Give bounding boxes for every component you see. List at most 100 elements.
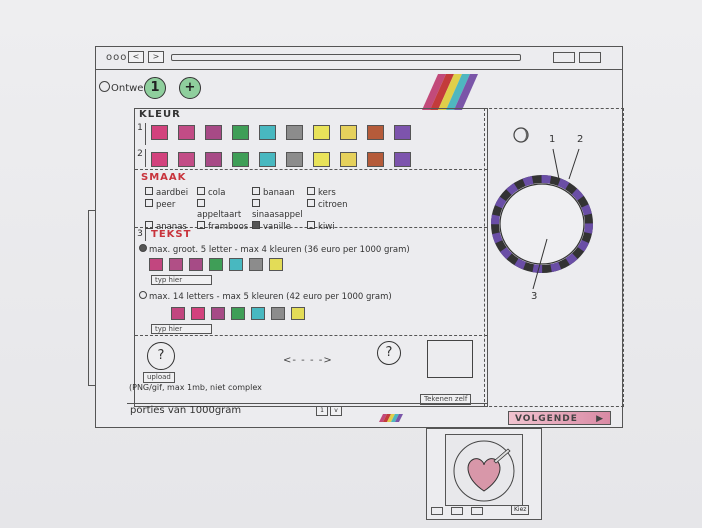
flavor-option-peer[interactable]: peer — [145, 199, 197, 220]
row2-swatch-1[interactable] — [151, 152, 168, 167]
flavor-label: peer — [156, 200, 176, 210]
candy-preview — [491, 148, 593, 290]
row2-swatch-6[interactable] — [286, 152, 303, 167]
row1-swatch-4[interactable] — [232, 125, 249, 140]
text-input-2[interactable]: typ hier — [151, 324, 212, 334]
t2-swatch-3[interactable] — [211, 307, 225, 320]
row1-swatch-9[interactable] — [367, 125, 384, 140]
flavor-section: SMAAK aardbei cola banaan kers peer appeltaar… — [135, 169, 487, 232]
t1-swatch-3[interactable] — [189, 258, 203, 271]
radio-1[interactable] — [139, 244, 147, 252]
design-1-button[interactable]: 1 — [144, 77, 166, 99]
address-bar[interactable] — [171, 54, 521, 61]
t1-swatch-7[interactable] — [269, 258, 283, 271]
t1-swatch-6[interactable] — [249, 258, 263, 271]
upload-note: (PNG/gif, max 1mb, niet complex — [129, 383, 262, 392]
row2-swatch-10[interactable] — [394, 152, 411, 167]
flavor-label: appeltaart — [197, 210, 242, 220]
flavor-option-cola[interactable]: cola — [197, 187, 252, 198]
add-design-button[interactable]: + — [179, 77, 201, 99]
help-icon-upload[interactable]: ? — [147, 342, 175, 370]
flavor-label: banaan — [263, 188, 295, 198]
flavor-option-banaan[interactable]: banaan — [252, 187, 307, 198]
drawing-popup: Kiez — [426, 428, 542, 520]
text-option-1[interactable]: max. groot. 5 letter - max 4 kleuren (36… — [139, 244, 410, 255]
callout-2: 2 — [577, 134, 584, 145]
row1-swatch-8[interactable] — [340, 125, 357, 140]
checkbox[interactable] — [252, 187, 260, 195]
flavor-option-appeltaart[interactable]: appeltaart — [197, 199, 252, 220]
flavor-label: cola — [208, 188, 226, 198]
minimize-button[interactable] — [553, 52, 575, 63]
maximize-button[interactable] — [579, 52, 601, 63]
row1-swatch-5[interactable] — [259, 125, 276, 140]
row2-swatch-2[interactable] — [178, 152, 195, 167]
flavor-option-kers[interactable]: kers — [307, 187, 357, 198]
text-input-1[interactable]: typ hier — [151, 275, 212, 285]
popup-tool-2[interactable] — [451, 507, 463, 515]
row2-swatch-8[interactable] — [340, 152, 357, 167]
t1-swatch-4[interactable] — [209, 258, 223, 271]
row2-swatch-4[interactable] — [232, 152, 249, 167]
draw-canvas[interactable] — [427, 340, 473, 378]
t2-swatch-2[interactable] — [191, 307, 205, 320]
flavor-options: aardbei cola banaan kers peer appeltaart sinaa… — [145, 187, 357, 232]
row2-swatch-7[interactable] — [313, 152, 330, 167]
checkbox[interactable] — [197, 199, 205, 207]
t1-swatch-2[interactable] — [169, 258, 183, 271]
t2-swatch-7[interactable] — [291, 307, 305, 320]
drawing-area[interactable] — [445, 434, 523, 506]
row1-swatch-10[interactable] — [394, 125, 411, 140]
checkbox[interactable] — [307, 199, 315, 207]
flavor-label: kers — [318, 188, 336, 198]
upload-button[interactable]: upload — [143, 372, 175, 383]
portions-select[interactable]: 1 — [316, 406, 328, 416]
browser-window: ooo < > Ontwerp: 1 + KLEUR 1 2 SMAAK aar… — [95, 46, 624, 428]
title-bar: ooo < > — [96, 47, 622, 70]
row1-swatch-7[interactable] — [313, 125, 330, 140]
text-number: 3 — [135, 229, 146, 241]
row1-swatch-6[interactable] — [286, 125, 303, 140]
portions-dropdown-icon[interactable]: v — [330, 406, 342, 416]
row1-swatch-1[interactable] — [151, 125, 168, 140]
t1-swatch-1[interactable] — [149, 258, 163, 271]
flavor-option-sinaasappel[interactable]: sinaasappel — [252, 199, 307, 220]
t2-swatch-5[interactable] — [251, 307, 265, 320]
design-icon — [99, 81, 110, 92]
row1-swatch-3[interactable] — [205, 125, 222, 140]
checkbox[interactable] — [252, 199, 260, 207]
callout-1: 1 — [549, 134, 556, 145]
radio-2[interactable] — [139, 291, 147, 299]
row2-swatch-3[interactable] — [205, 152, 222, 167]
text-section: 3 TEKST max. groot. 5 letter - max 4 kle… — [135, 227, 487, 336]
next-button[interactable]: VOLGENDE ▶ — [508, 411, 611, 425]
back-button[interactable]: < — [128, 51, 144, 63]
checkbox[interactable] — [145, 187, 153, 195]
checkbox[interactable] — [145, 199, 153, 207]
checkbox[interactable] — [197, 187, 205, 195]
window-dots: ooo — [106, 52, 128, 63]
t2-swatch-6[interactable] — [271, 307, 285, 320]
portions-label: porties van 1000gram — [130, 405, 242, 416]
row2-swatch-9[interactable] — [367, 152, 384, 167]
next-arrow-icon: ▶ — [596, 414, 604, 424]
forward-button[interactable]: > — [148, 51, 164, 63]
popup-tool-1[interactable] — [431, 507, 443, 515]
row1-swatch-2[interactable] — [178, 125, 195, 140]
flavor-title: SMAAK — [141, 172, 187, 183]
color-section: KLEUR 1 2 — [135, 109, 487, 170]
footer-bar: porties van 1000gram 1 v — [127, 403, 487, 422]
text-option-2[interactable]: max. 14 letters - max 5 kleuren (42 euro… — [139, 291, 392, 302]
t2-swatch-4[interactable] — [231, 307, 245, 320]
checkbox[interactable] — [307, 187, 315, 195]
t2-swatch-1[interactable] — [171, 307, 185, 320]
help-icon-draw[interactable]: ? — [377, 341, 401, 365]
popup-tool-3[interactable] — [471, 507, 483, 515]
row2-swatch-5[interactable] — [259, 152, 276, 167]
popup-choose-button[interactable]: Kiez — [511, 505, 530, 515]
flavor-option-aardbei[interactable]: aardbei — [145, 187, 197, 198]
flavor-option-citroen[interactable]: citroen — [307, 199, 357, 220]
color-title: KLEUR — [139, 109, 181, 120]
t1-swatch-5[interactable] — [229, 258, 243, 271]
heart-drawing — [453, 440, 515, 502]
